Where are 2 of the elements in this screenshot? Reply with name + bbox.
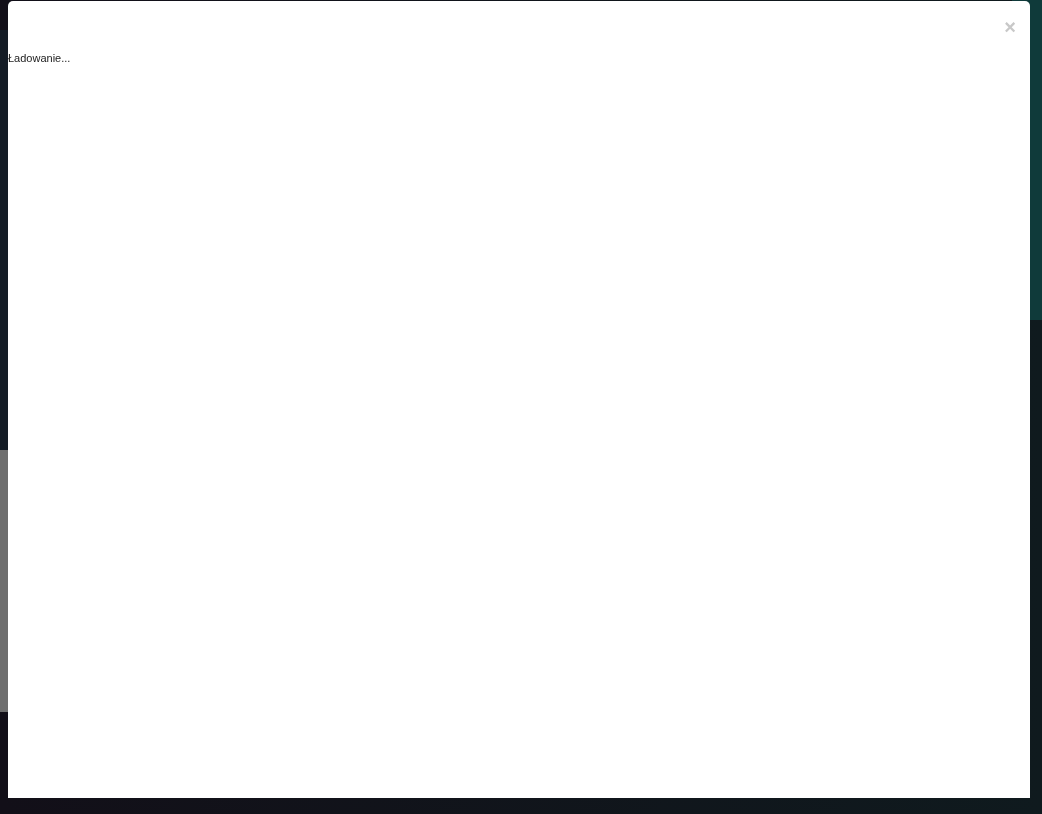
- loading-text: Ładowanie...: [8, 52, 71, 64]
- close-button[interactable]: ×: [1004, 13, 1016, 41]
